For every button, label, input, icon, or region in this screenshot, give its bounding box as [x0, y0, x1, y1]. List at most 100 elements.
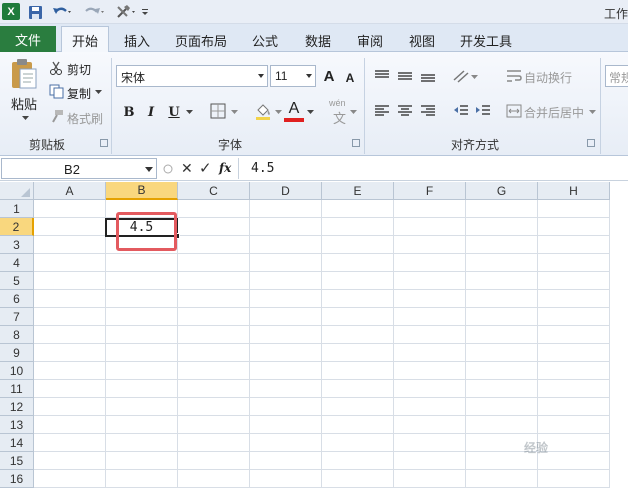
cell-d3[interactable]	[250, 236, 322, 254]
cell-h8[interactable]	[538, 326, 610, 344]
cell-f13[interactable]	[394, 416, 466, 434]
shrink-font-button[interactable]: A	[340, 67, 360, 89]
font-launcher-icon[interactable]	[352, 139, 360, 147]
cell-h14[interactable]	[538, 434, 610, 452]
cell-d1[interactable]	[250, 200, 322, 218]
cell-d8[interactable]	[250, 326, 322, 344]
cell-c8[interactable]	[178, 326, 250, 344]
phonetic-dropdown-icon[interactable]	[349, 108, 357, 116]
row-header-8[interactable]: 8	[0, 326, 34, 344]
cell-g5[interactable]	[466, 272, 538, 290]
excel-logo-icon[interactable]: X	[2, 3, 20, 20]
cell-d14[interactable]	[250, 434, 322, 452]
cell-c1[interactable]	[178, 200, 250, 218]
scissors-icon[interactable]	[48, 60, 64, 76]
cell-d12[interactable]	[250, 398, 322, 416]
align-middle-icon[interactable]	[396, 67, 414, 85]
cell-b16[interactable]	[106, 470, 178, 488]
cell-g13[interactable]	[466, 416, 538, 434]
format-painter-button[interactable]: 格式刷	[67, 110, 103, 127]
cell-f10[interactable]	[394, 362, 466, 380]
cell-f5[interactable]	[394, 272, 466, 290]
borders-icon[interactable]	[209, 102, 227, 120]
cell-b7[interactable]	[106, 308, 178, 326]
cell-c9[interactable]	[178, 344, 250, 362]
cell-d7[interactable]	[250, 308, 322, 326]
undo-icon[interactable]	[50, 3, 74, 21]
select-all-corner[interactable]	[0, 182, 34, 200]
cell-a8[interactable]	[34, 326, 106, 344]
cell-a15[interactable]	[34, 452, 106, 470]
cell-b6[interactable]	[106, 290, 178, 308]
cell-c2[interactable]	[178, 218, 250, 236]
cell-d9[interactable]	[250, 344, 322, 362]
align-bottom-icon[interactable]	[419, 67, 437, 85]
paste-button[interactable]: 粘贴	[11, 94, 37, 113]
wrap-text-icon[interactable]	[505, 67, 523, 85]
row-header-13[interactable]: 13	[0, 416, 34, 434]
cell-h11[interactable]	[538, 380, 610, 398]
column-header-a[interactable]: A	[34, 182, 106, 200]
cell-e11[interactable]	[322, 380, 394, 398]
cell-h15[interactable]	[538, 452, 610, 470]
formula-input[interactable]: 4.5	[238, 158, 628, 179]
align-center-icon[interactable]	[396, 102, 414, 120]
wrap-text-button[interactable]: 自动换行	[524, 69, 572, 86]
cell-g16[interactable]	[466, 470, 538, 488]
fill-color-icon[interactable]	[253, 101, 273, 121]
cell-d5[interactable]	[250, 272, 322, 290]
cell-h10[interactable]	[538, 362, 610, 380]
row-header-3[interactable]: 3	[0, 236, 34, 254]
row-header-11[interactable]: 11	[0, 380, 34, 398]
format-painter-icon[interactable]	[48, 108, 64, 124]
cell-h12[interactable]	[538, 398, 610, 416]
cell-c4[interactable]	[178, 254, 250, 272]
redo-icon[interactable]	[82, 3, 106, 21]
merge-center-button[interactable]: 合并后居中	[524, 104, 584, 121]
tab-data[interactable]: 数据	[297, 29, 339, 51]
cell-b5[interactable]	[106, 272, 178, 290]
cell-e4[interactable]	[322, 254, 394, 272]
cell-b14[interactable]	[106, 434, 178, 452]
row-header-16[interactable]: 16	[0, 470, 34, 488]
cell-c15[interactable]	[178, 452, 250, 470]
cell-c16[interactable]	[178, 470, 250, 488]
cell-g6[interactable]	[466, 290, 538, 308]
font-name-combo[interactable]: 宋体	[116, 65, 268, 87]
row-header-6[interactable]: 6	[0, 290, 34, 308]
cell-e15[interactable]	[322, 452, 394, 470]
column-header-e[interactable]: E	[322, 182, 394, 200]
cell-e7[interactable]	[322, 308, 394, 326]
cell-h2[interactable]	[538, 218, 610, 236]
cell-e1[interactable]	[322, 200, 394, 218]
row-header-9[interactable]: 9	[0, 344, 34, 362]
row-header-10[interactable]: 10	[0, 362, 34, 380]
cell-a5[interactable]	[34, 272, 106, 290]
paste-icon[interactable]	[9, 58, 39, 92]
tab-developer[interactable]: 开发工具	[455, 29, 517, 51]
worksheet-grid[interactable]: A B C D E F G H 1 2 3 4 5 6 7 8 9 10 11 12 13 14 15 16 4.5 经验	[0, 182, 628, 493]
cell-f4[interactable]	[394, 254, 466, 272]
cell-d11[interactable]	[250, 380, 322, 398]
cell-c7[interactable]	[178, 308, 250, 326]
row-header-5[interactable]: 5	[0, 272, 34, 290]
splitter-dots-icon[interactable]	[162, 162, 174, 176]
cell-h4[interactable]	[538, 254, 610, 272]
name-box-dropdown-icon[interactable]	[145, 167, 153, 172]
cell-f15[interactable]	[394, 452, 466, 470]
copy-button[interactable]: 复制	[67, 85, 91, 102]
row-header-15[interactable]: 15	[0, 452, 34, 470]
align-top-icon[interactable]	[373, 67, 391, 85]
tab-insert[interactable]: 插入	[116, 29, 158, 51]
cell-d13[interactable]	[250, 416, 322, 434]
cell-f9[interactable]	[394, 344, 466, 362]
cell-b4[interactable]	[106, 254, 178, 272]
cell-g4[interactable]	[466, 254, 538, 272]
cell-f11[interactable]	[394, 380, 466, 398]
row-header-2[interactable]: 2	[0, 218, 34, 236]
cell-a4[interactable]	[34, 254, 106, 272]
bold-button[interactable]: B	[119, 101, 139, 123]
cell-e16[interactable]	[322, 470, 394, 488]
cell-b15[interactable]	[106, 452, 178, 470]
cell-f14[interactable]	[394, 434, 466, 452]
